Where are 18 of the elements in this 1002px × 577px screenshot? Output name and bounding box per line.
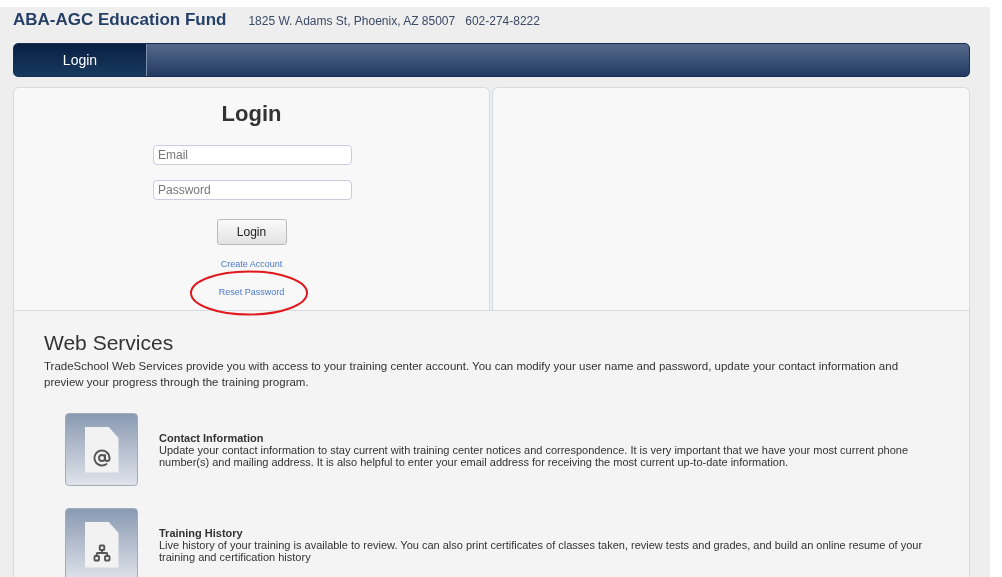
phone-text: 602-274-8222 <box>465 14 540 28</box>
service-title[interactable]: Contact Information <box>159 431 939 444</box>
text-link[interactable]: Reset Password <box>218 287 285 297</box>
services-intro: TradeSchool Web Services provide you with access to your training center account. You can modify your user name and password, update your contact information and preview your progress through the training program. <box>44 359 900 390</box>
input-field[interactable]: Email <box>153 145 352 165</box>
nav-tab[interactable]: Login <box>14 44 147 76</box>
login-button[interactable]: Login <box>216 219 287 245</box>
site-title: ABA-AGC Education Fund <box>13 10 227 30</box>
address-text: 1825 W. Adams St, Phoenix, AZ 85007 <box>248 14 456 28</box>
input-field[interactable]: Password <box>153 180 352 200</box>
services-title: Web Services <box>44 331 175 355</box>
service-description: Live history of your training is available to review. You can also print certificates of classes taken, review tests and grades, and build an online resume of your training and certification history <box>159 538 924 563</box>
login-title: Login <box>221 101 282 127</box>
document-network-icon[interactable] <box>65 508 138 577</box>
document-at-icon[interactable] <box>65 413 138 486</box>
text-link[interactable]: Create Account <box>220 259 283 269</box>
service-description: Update your contact information to stay current with training center notices and correspondence. It is very important that we have your most current phone number(s) and mailing address. It is also helpful to enter your email address for receiving the most current up-to-date information. <box>159 443 909 468</box>
service-title[interactable]: Training History <box>159 526 939 539</box>
